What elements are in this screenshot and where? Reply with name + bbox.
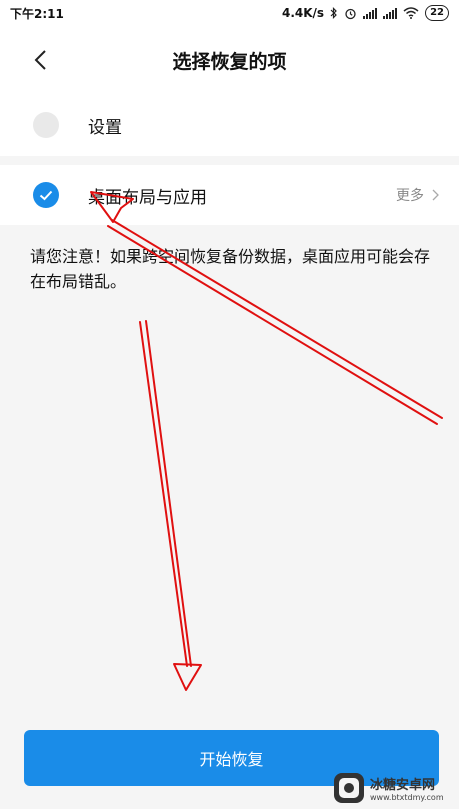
header: 选择恢复的项 [0,26,459,94]
chevron-right-icon [432,189,439,201]
status-icons: 4.4K/s 22 [282,5,449,21]
watermark-text: 冰糖安卓网 www.btxtdmy.com [370,774,444,802]
back-icon[interactable] [30,48,52,72]
network-speed: 4.4K/s [281,6,325,20]
item-desktop-layout[interactable]: 桌面布局与应用 更多 [0,165,459,225]
wifi-icon [403,7,419,19]
watermark-name: 冰糖安卓网 [370,778,436,793]
item-label: 设置 [88,117,122,138]
watermark: 冰糖安卓网 www.btxtdmy.com [332,768,457,808]
watermark-logo-icon [334,773,364,803]
battery-icon: 22 [425,5,449,21]
alarm-icon [345,8,356,19]
item-settings[interactable]: 设置 [0,94,459,156]
signal-icon-2 [383,7,398,19]
item-label: 桌面布局与应用 [88,187,207,208]
status-time: 下午2:11 [10,6,64,21]
more-link[interactable]: 更多 [396,185,439,205]
bluetooth-icon [330,7,337,19]
page-title: 选择恢复的项 [172,50,287,73]
watermark-url: www.btxtdmy.com [370,793,444,802]
checkmark-icon[interactable] [33,182,59,208]
radio-unchecked-icon[interactable] [33,112,59,138]
signal-icon [363,7,378,19]
notice-text: 请您注意！如果跨空间恢复备份数据，桌面应用可能会存在布局错乱。 [30,247,431,291]
more-label: 更多 [396,188,424,204]
status-bar: 下午2:11 4.4K/s 22 [0,0,459,26]
